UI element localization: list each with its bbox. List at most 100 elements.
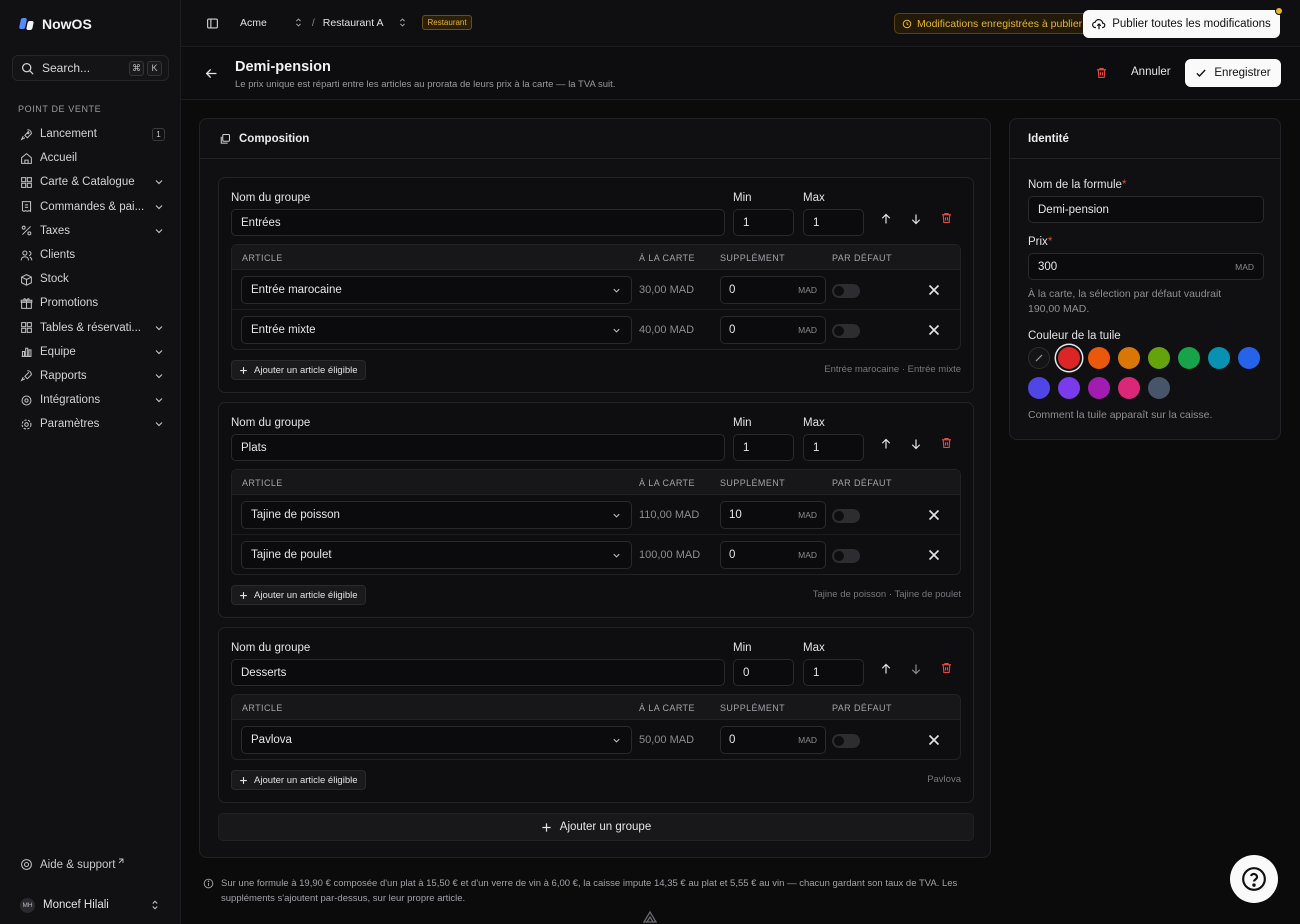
- swatch-pink[interactable]: [1118, 377, 1140, 399]
- move-down-button[interactable]: [908, 436, 924, 452]
- sidebar-item-tables-reservations[interactable]: Tables & réservati...: [12, 316, 169, 340]
- delete-group-button[interactable]: [938, 210, 954, 226]
- swatch-indigo[interactable]: [1028, 377, 1050, 399]
- move-down-button[interactable]: [908, 661, 924, 677]
- move-down-button[interactable]: [908, 211, 924, 227]
- help-support-link[interactable]: Aide & support: [20, 858, 124, 871]
- pending-changes-badge[interactable]: Modifications enregistrées à publier: [894, 13, 1091, 34]
- sidebar-item-integrations[interactable]: Intégrations: [12, 388, 169, 412]
- unit-label: MAD: [798, 510, 817, 520]
- delete-group-button[interactable]: [938, 435, 954, 451]
- sidebar-item-parametres[interactable]: Paramètres: [12, 412, 169, 436]
- default-toggle[interactable]: [832, 324, 860, 338]
- swatch-olive[interactable]: [1148, 347, 1170, 369]
- sidebar-toggle-icon[interactable]: [206, 17, 219, 30]
- formula-name-label: Nom de la formule*: [1028, 179, 1126, 191]
- chevrons-up-down-icon[interactable]: [293, 17, 304, 28]
- col-article: ARTICLE: [242, 703, 283, 713]
- move-up-button[interactable]: [878, 436, 894, 452]
- min-input[interactable]: 1: [733, 434, 794, 461]
- chevrons-up-down-icon[interactable]: [397, 17, 408, 28]
- swatch-green[interactable]: [1178, 347, 1200, 369]
- swatch-red-selected[interactable]: [1058, 347, 1080, 369]
- swatch-purple[interactable]: [1088, 377, 1110, 399]
- col-default: PAR DÉFAUT: [832, 703, 892, 713]
- toggle-knob: [834, 286, 844, 296]
- toggle-knob: [834, 511, 844, 521]
- group-name-input[interactable]: Desserts: [231, 659, 725, 686]
- supplement-input[interactable]: 0 MAD: [720, 276, 826, 304]
- swatch-amber[interactable]: [1118, 347, 1140, 369]
- add-item-button[interactable]: Ajouter un article éligible: [231, 770, 366, 790]
- add-item-button[interactable]: Ajouter un article éligible: [231, 360, 366, 380]
- supplement-input[interactable]: 0 MAD: [720, 726, 826, 754]
- article-select[interactable]: Entrée mixte: [241, 316, 632, 344]
- sidebar-item-commandes[interactable]: Commandes & pai...: [12, 195, 169, 219]
- default-toggle[interactable]: [832, 549, 860, 563]
- composition-header: Composition: [200, 119, 990, 159]
- default-toggle[interactable]: [832, 509, 860, 523]
- formula-name-input[interactable]: Demi-pension: [1028, 196, 1264, 223]
- group-name-input[interactable]: Plats: [231, 434, 725, 461]
- article-select[interactable]: Tajine de poulet: [241, 541, 632, 569]
- remove-item-icon[interactable]: [926, 282, 942, 298]
- publish-all-button[interactable]: Publier toutes les modifications: [1083, 7, 1283, 38]
- supplement-input[interactable]: 10 MAD: [720, 501, 826, 529]
- swatch-violet[interactable]: [1058, 377, 1080, 399]
- org-switcher[interactable]: Acme: [240, 17, 267, 29]
- add-item-label: Ajouter un article éligible: [254, 364, 358, 376]
- min-label: Min: [733, 642, 752, 654]
- supplement-input[interactable]: 0 MAD: [720, 316, 826, 344]
- back-arrow-icon[interactable]: [205, 67, 218, 80]
- page-title: Demi-pension: [235, 59, 331, 75]
- default-toggle[interactable]: [832, 734, 860, 748]
- min-input[interactable]: 1: [733, 209, 794, 236]
- sidebar-item-accueil[interactable]: Accueil: [12, 146, 169, 170]
- article-value: Tajine de poisson: [251, 509, 340, 521]
- group-name-input[interactable]: Entrées: [231, 209, 725, 236]
- help-fab-button[interactable]: [1230, 855, 1278, 903]
- sidebar-item-rapports[interactable]: Rapports: [12, 364, 169, 388]
- swatch-teal[interactable]: [1208, 347, 1230, 369]
- sidebar-item-equipe[interactable]: Équipe: [12, 340, 169, 364]
- sidebar-item-promotions[interactable]: Promotions: [12, 291, 169, 315]
- add-group-button[interactable]: Ajouter un groupe: [218, 813, 974, 841]
- brand[interactable]: NowOS: [18, 16, 92, 32]
- table-row: Entrée mixte 40,00 MAD 0 MAD: [232, 310, 960, 349]
- delete-formula-icon[interactable]: [1095, 66, 1108, 80]
- max-input[interactable]: 1: [803, 659, 864, 686]
- sidebar-item-lancement[interactable]: Lancement 1: [12, 122, 169, 146]
- swatch-blue[interactable]: [1238, 347, 1260, 369]
- user-menu[interactable]: MH Moncef Hilali: [12, 892, 169, 918]
- search-input[interactable]: Search... ⌘ K: [12, 55, 169, 81]
- sidebar-item-clients[interactable]: Clients: [12, 243, 169, 267]
- max-input[interactable]: 1: [803, 209, 864, 236]
- price-unit: MAD: [1235, 261, 1254, 272]
- remove-item-icon[interactable]: [926, 547, 942, 563]
- default-toggle[interactable]: [832, 284, 860, 298]
- article-select[interactable]: Entrée marocaine: [241, 276, 632, 304]
- price-input[interactable]: 300 MAD: [1028, 253, 1264, 280]
- max-input[interactable]: 1: [803, 434, 864, 461]
- move-up-button[interactable]: [878, 661, 894, 677]
- sidebar-item-carte-catalogue[interactable]: Carte & Catalogue: [12, 170, 169, 194]
- sidebar-item-taxes[interactable]: Taxes: [12, 219, 169, 243]
- swatch-none[interactable]: [1028, 347, 1050, 369]
- min-input[interactable]: 0: [733, 659, 794, 686]
- sidebar-item-stock[interactable]: Stock: [12, 267, 169, 291]
- remove-item-icon[interactable]: [926, 507, 942, 523]
- article-select[interactable]: Tajine de poisson: [241, 501, 632, 529]
- required-mark: *: [1121, 179, 1127, 191]
- swatch-orange[interactable]: [1088, 347, 1110, 369]
- remove-item-icon[interactable]: [926, 732, 942, 748]
- swatch-slate[interactable]: [1148, 377, 1170, 399]
- save-button[interactable]: Enregistrer: [1185, 59, 1281, 87]
- remove-item-icon[interactable]: [926, 322, 942, 338]
- move-up-button[interactable]: [878, 211, 894, 227]
- cancel-button[interactable]: Annuler: [1131, 66, 1171, 78]
- location-switcher[interactable]: Restaurant A: [323, 17, 384, 29]
- supplement-input[interactable]: 0 MAD: [720, 541, 826, 569]
- add-item-button[interactable]: Ajouter un article éligible: [231, 585, 366, 605]
- article-select[interactable]: Pavlova: [241, 726, 632, 754]
- delete-group-button[interactable]: [938, 660, 954, 676]
